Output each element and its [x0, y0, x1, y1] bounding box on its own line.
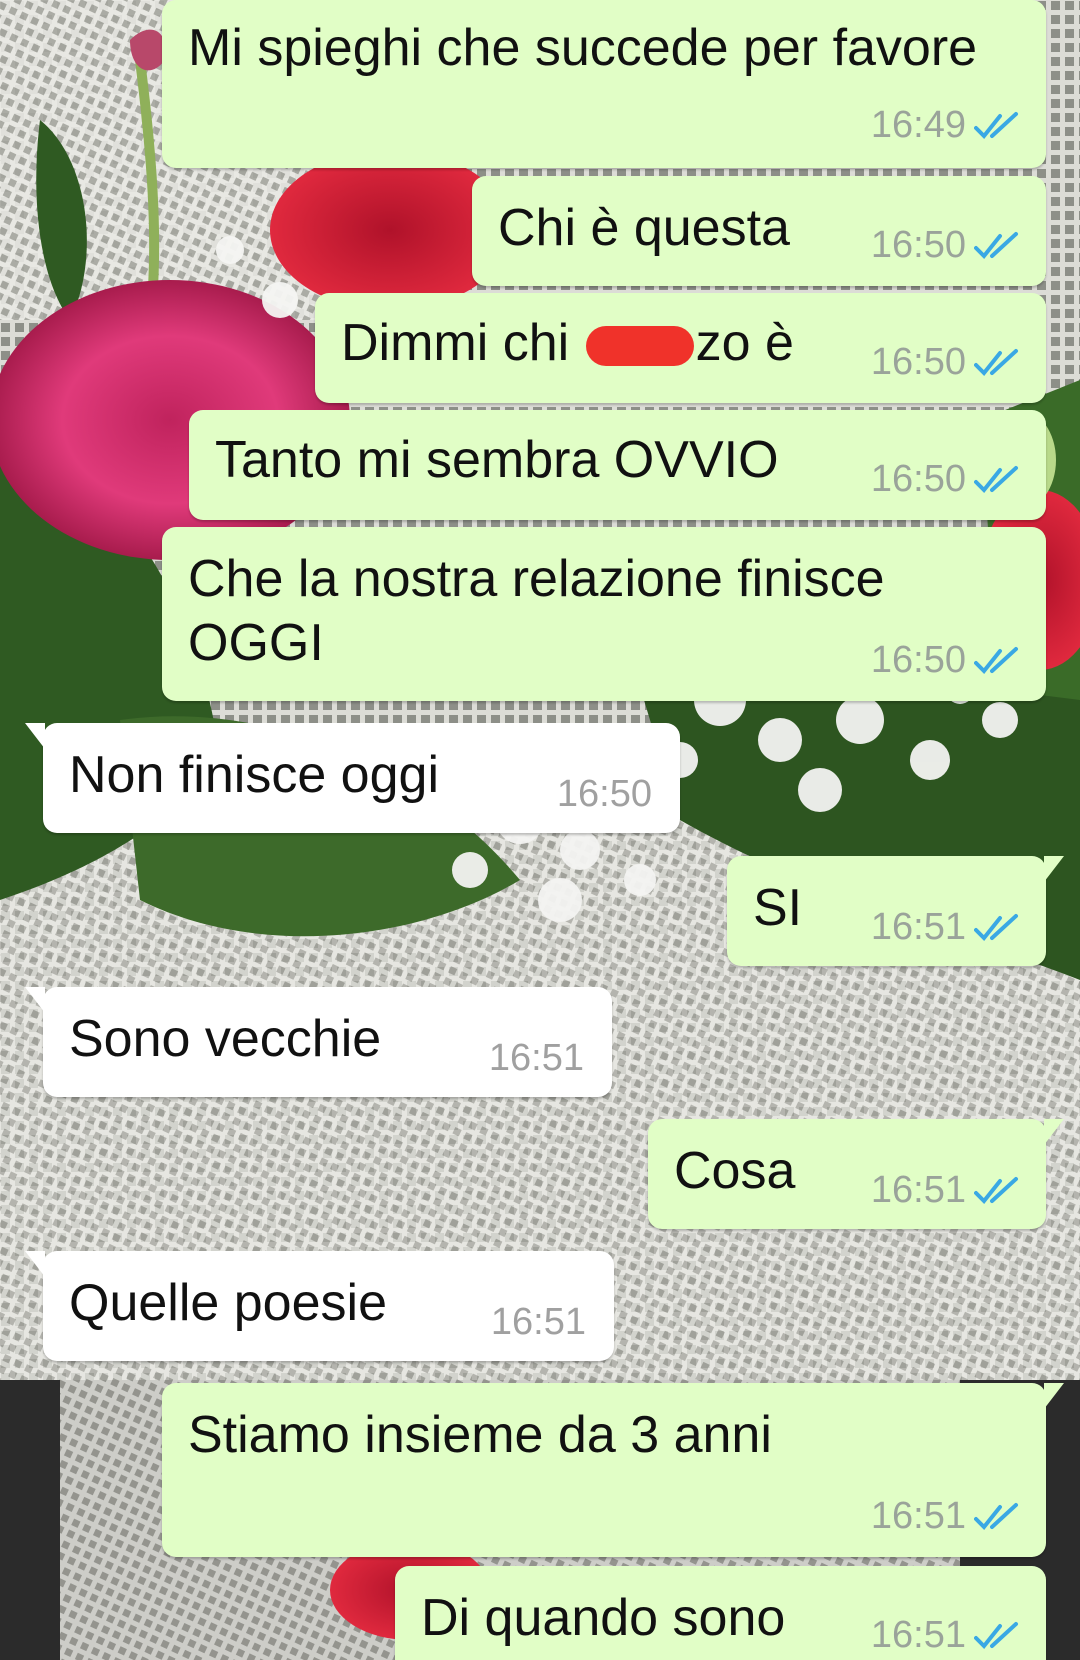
message-meta: 16:49	[871, 104, 1020, 147]
outgoing-message[interactable]: Stiamo insieme da 3 anni 16:51	[162, 1383, 1064, 1557]
double-check-icon	[974, 111, 1018, 139]
outgoing-message[interactable]: SI 16:51	[727, 856, 1064, 966]
message-text: Quelle poesie	[69, 1274, 387, 1332]
message-text: Stiamo insieme da 3 anni	[188, 1406, 772, 1464]
message-text: Dimmi chi zo è	[341, 311, 794, 375]
message-text: SI	[753, 879, 803, 937]
message-time: 16:51	[870, 1169, 966, 1211]
double-check-icon	[974, 913, 1018, 941]
message-text: Tanto mi sembra OVVIO	[215, 431, 779, 489]
message-text: Non finisce oggi	[69, 746, 439, 804]
conversation[interactable]: Mi spieghi che succede per favore 16:49 …	[0, 0, 1080, 1660]
outgoing-message[interactable]: Che la nostra relazione finisce OGGI 16:…	[162, 527, 1046, 701]
message-text-before: Dimmi chi	[341, 314, 584, 372]
message-time: 16:50	[870, 639, 966, 681]
double-check-icon	[974, 348, 1018, 376]
message-meta: 16:50	[557, 773, 652, 816]
message-meta: 16:51	[489, 1037, 584, 1080]
outgoing-message[interactable]: Dimmi chi zo è 16:50	[315, 293, 1046, 403]
message-text: Mi spieghi che succede per favore	[188, 19, 978, 77]
message-time: 16:51	[488, 1037, 584, 1079]
incoming-message[interactable]: Non finisce oggi 16:50	[25, 723, 680, 833]
message-meta: 16:51	[871, 1169, 1020, 1212]
outgoing-message[interactable]: Chi è questa 16:50	[472, 176, 1046, 286]
message-text: Sono vecchie	[69, 1010, 382, 1068]
double-check-icon	[974, 1176, 1018, 1204]
message-time: 16:50	[556, 773, 652, 815]
message-meta: 16:50	[871, 458, 1020, 501]
outgoing-message[interactable]: Cosa 16:51	[648, 1119, 1064, 1229]
message-text-line-2: OGGI	[188, 614, 324, 672]
incoming-message[interactable]: Quelle poesie 16:51	[25, 1251, 614, 1361]
message-time: 16:49	[870, 104, 966, 146]
message-meta: 16:51	[871, 1614, 1020, 1657]
message-time: 16:51	[870, 1495, 966, 1537]
redaction-mark	[585, 326, 694, 367]
bubble-tail	[25, 1251, 45, 1277]
message-meta: 16:51	[491, 1301, 586, 1344]
message-text: Chi è questa	[498, 199, 790, 257]
double-check-icon	[974, 1621, 1018, 1649]
message-time: 16:51	[870, 1614, 966, 1656]
message-meta: 16:51	[871, 906, 1020, 949]
message-text: Di quando sono	[421, 1589, 786, 1647]
bubble-tail	[1044, 1383, 1064, 1409]
outgoing-message[interactable]: Di quando sono 16:51	[395, 1566, 1046, 1660]
double-check-icon	[974, 465, 1018, 493]
double-check-icon	[974, 231, 1018, 259]
outgoing-message[interactable]: Mi spieghi che succede per favore 16:49	[162, 0, 1046, 168]
message-time: 16:51	[870, 906, 966, 948]
message-text: Cosa	[674, 1142, 796, 1200]
message-time: 16:51	[490, 1301, 586, 1343]
message-meta: 16:50	[871, 639, 1020, 682]
message-time: 16:50	[870, 341, 966, 383]
message-time: 16:50	[870, 458, 966, 500]
message-meta: 16:50	[871, 341, 1020, 384]
message-meta: 16:50	[871, 224, 1020, 267]
message-text-line-1: Che la nostra relazione finisce	[188, 550, 885, 608]
bubble-tail	[1044, 1119, 1064, 1145]
message-text-after: zo è	[695, 314, 794, 372]
double-check-icon	[974, 1502, 1018, 1530]
bubble-tail	[25, 987, 45, 1013]
outgoing-message[interactable]: Tanto mi sembra OVVIO 16:50	[189, 410, 1046, 520]
message-meta: 16:51	[871, 1495, 1020, 1538]
message-time: 16:50	[870, 224, 966, 266]
bubble-tail	[25, 723, 45, 749]
incoming-message[interactable]: Sono vecchie 16:51	[25, 987, 612, 1097]
bubble-tail	[1044, 856, 1064, 882]
double-check-icon	[974, 646, 1018, 674]
